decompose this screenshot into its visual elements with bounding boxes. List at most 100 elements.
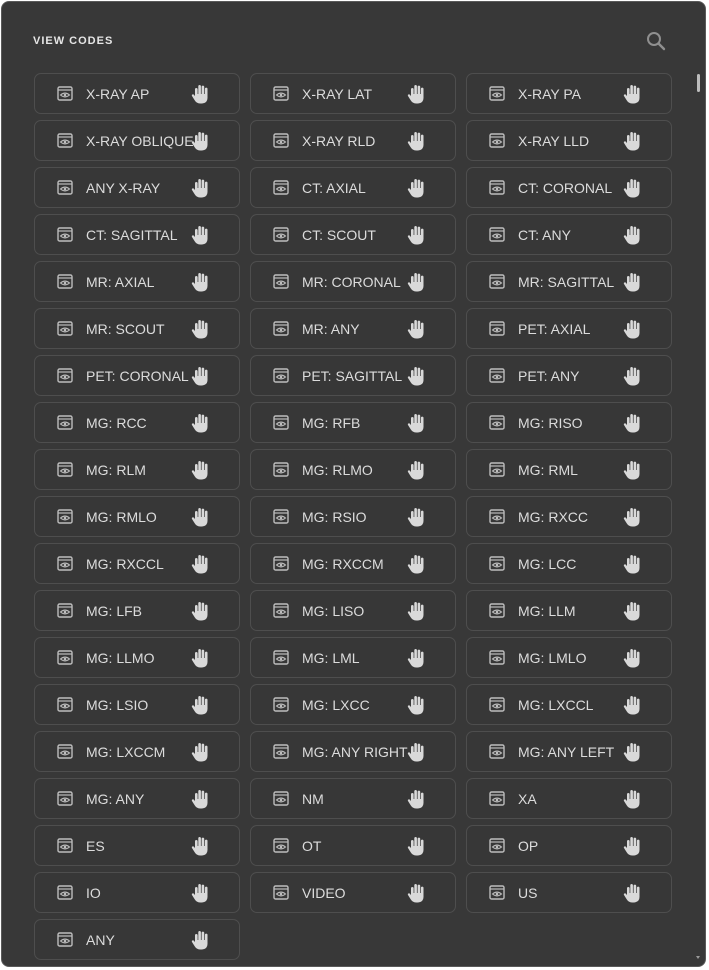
hand-icon[interactable] [622, 600, 644, 622]
hand-icon[interactable] [622, 130, 644, 152]
hand-icon[interactable] [406, 83, 428, 105]
view-code-tile[interactable]: MG: ANY [34, 778, 240, 819]
view-code-tile[interactable]: CT: SAGITTAL [34, 214, 240, 255]
hand-icon[interactable] [190, 553, 212, 575]
hand-icon[interactable] [406, 318, 428, 340]
view-code-tile[interactable]: MG: LFB [34, 590, 240, 631]
hand-icon[interactable] [622, 224, 644, 246]
hand-icon[interactable] [190, 600, 212, 622]
scrollbar-thumb[interactable] [697, 74, 700, 92]
view-code-tile[interactable]: MG: LXCCM [34, 731, 240, 772]
hand-icon[interactable] [406, 600, 428, 622]
view-code-tile[interactable]: US [466, 872, 672, 913]
hand-icon[interactable] [190, 694, 212, 716]
hand-icon[interactable] [190, 130, 212, 152]
view-code-tile[interactable]: MR: AXIAL [34, 261, 240, 302]
hand-icon[interactable] [190, 459, 212, 481]
hand-icon[interactable] [622, 271, 644, 293]
view-code-tile[interactable]: MG: LCC [466, 543, 672, 584]
view-code-tile[interactable]: IO [34, 872, 240, 913]
hand-icon[interactable] [406, 130, 428, 152]
hand-icon[interactable] [190, 224, 212, 246]
hand-icon[interactable] [406, 835, 428, 857]
scroll-down-arrow[interactable] [696, 956, 700, 959]
hand-icon[interactable] [190, 177, 212, 199]
hand-icon[interactable] [406, 741, 428, 763]
hand-icon[interactable] [622, 506, 644, 528]
hand-icon[interactable] [190, 271, 212, 293]
view-code-tile[interactable]: ES [34, 825, 240, 866]
view-code-tile[interactable]: MG: LSIO [34, 684, 240, 725]
view-code-tile[interactable]: MG: LML [250, 637, 456, 678]
view-code-tile[interactable]: X-RAY LLD [466, 120, 672, 161]
hand-icon[interactable] [406, 459, 428, 481]
view-code-tile[interactable]: MG: LLM [466, 590, 672, 631]
view-code-tile[interactable]: PET: CORONAL [34, 355, 240, 396]
view-code-tile[interactable]: MG: RXCCL [34, 543, 240, 584]
hand-icon[interactable] [190, 647, 212, 669]
view-code-tile[interactable]: MR: SAGITTAL [466, 261, 672, 302]
view-code-tile[interactable]: MG: ANY LEFT [466, 731, 672, 772]
view-code-tile[interactable]: X-RAY OBLIQUE [34, 120, 240, 161]
view-code-tile[interactable]: CT: SCOUT [250, 214, 456, 255]
hand-icon[interactable] [622, 835, 644, 857]
view-code-tile[interactable]: CT: CORONAL [466, 167, 672, 208]
hand-icon[interactable] [622, 694, 644, 716]
view-code-tile[interactable]: MR: CORONAL [250, 261, 456, 302]
view-code-tile[interactable]: MG: RCC [34, 402, 240, 443]
view-code-tile[interactable]: MG: RISO [466, 402, 672, 443]
hand-icon[interactable] [622, 553, 644, 575]
view-code-tile[interactable]: MG: RXCCM [250, 543, 456, 584]
view-code-tile[interactable]: X-RAY RLD [250, 120, 456, 161]
view-code-tile[interactable]: X-RAY AP [34, 73, 240, 114]
view-code-tile[interactable]: MG: RLM [34, 449, 240, 490]
view-code-tile[interactable]: OP [466, 825, 672, 866]
hand-icon[interactable] [622, 788, 644, 810]
view-code-tile[interactable]: NM [250, 778, 456, 819]
hand-icon[interactable] [406, 882, 428, 904]
view-code-tile[interactable]: MG: ANY RIGHT [250, 731, 456, 772]
view-code-tile[interactable]: PET: ANY [466, 355, 672, 396]
hand-icon[interactable] [622, 83, 644, 105]
view-code-tile[interactable]: MG: RML [466, 449, 672, 490]
hand-icon[interactable] [190, 741, 212, 763]
search-icon[interactable] [645, 30, 667, 52]
hand-icon[interactable] [406, 271, 428, 293]
hand-icon[interactable] [622, 318, 644, 340]
view-code-tile[interactable]: ANY [34, 919, 240, 960]
hand-icon[interactable] [190, 412, 212, 434]
hand-icon[interactable] [406, 553, 428, 575]
hand-icon[interactable] [190, 929, 212, 951]
view-code-tile[interactable]: OT [250, 825, 456, 866]
view-code-tile[interactable]: PET: AXIAL [466, 308, 672, 349]
hand-icon[interactable] [190, 318, 212, 340]
hand-icon[interactable] [406, 177, 428, 199]
hand-icon[interactable] [622, 741, 644, 763]
hand-icon[interactable] [406, 647, 428, 669]
view-code-tile[interactable]: MG: LXCCL [466, 684, 672, 725]
hand-icon[interactable] [622, 459, 644, 481]
view-code-tile[interactable]: X-RAY LAT [250, 73, 456, 114]
hand-icon[interactable] [190, 835, 212, 857]
view-code-tile[interactable]: CT: ANY [466, 214, 672, 255]
view-code-tile[interactable]: MG: RFB [250, 402, 456, 443]
hand-icon[interactable] [190, 83, 212, 105]
hand-icon[interactable] [406, 412, 428, 434]
view-code-tile[interactable]: MG: RSIO [250, 496, 456, 537]
hand-icon[interactable] [622, 882, 644, 904]
view-code-tile[interactable]: MG: LLMO [34, 637, 240, 678]
hand-icon[interactable] [190, 365, 212, 387]
view-code-tile[interactable]: MG: RXCC [466, 496, 672, 537]
hand-icon[interactable] [622, 177, 644, 199]
view-code-tile[interactable]: ANY X-RAY [34, 167, 240, 208]
view-code-tile[interactable]: VIDEO [250, 872, 456, 913]
view-code-tile[interactable]: MG: RLMO [250, 449, 456, 490]
view-code-tile[interactable]: MG: LISO [250, 590, 456, 631]
hand-icon[interactable] [622, 647, 644, 669]
view-code-tile[interactable]: MG: RMLO [34, 496, 240, 537]
hand-icon[interactable] [622, 365, 644, 387]
view-code-tile[interactable]: PET: SAGITTAL [250, 355, 456, 396]
hand-icon[interactable] [406, 224, 428, 246]
hand-icon[interactable] [406, 365, 428, 387]
view-code-tile[interactable]: MG: LMLO [466, 637, 672, 678]
